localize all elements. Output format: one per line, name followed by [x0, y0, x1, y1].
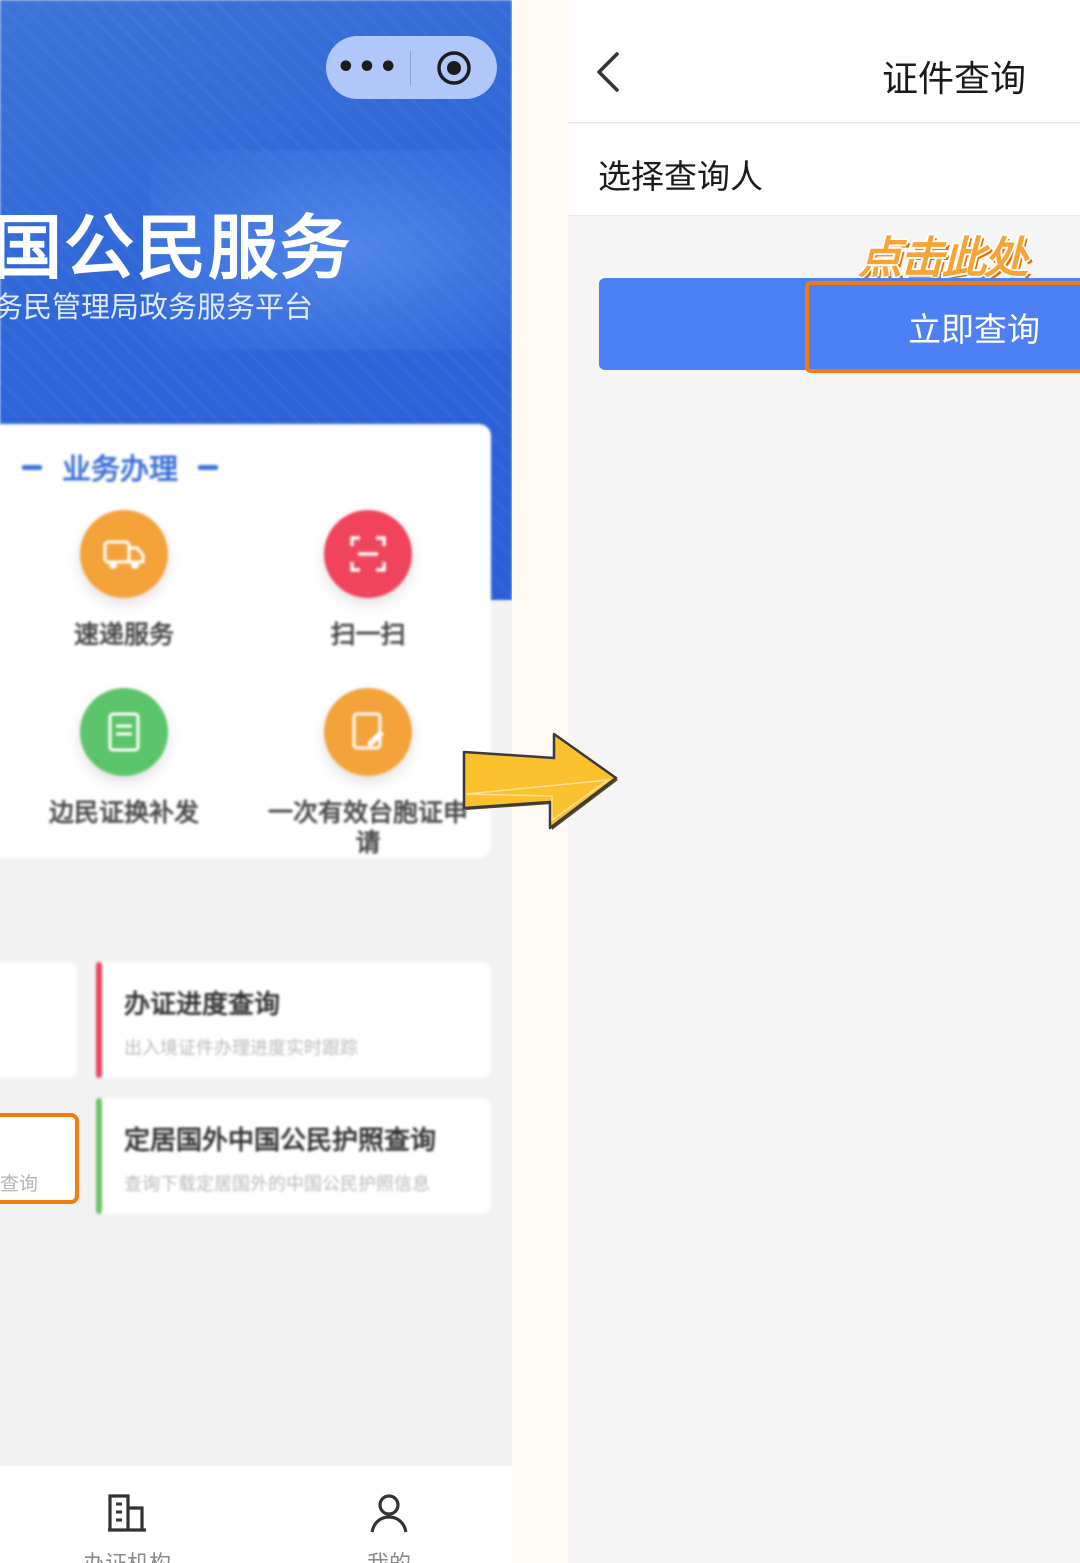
arrow-right-icon	[462, 732, 618, 830]
service-border-permit[interactable]: 边民证换补发	[14, 688, 234, 828]
document-icon	[80, 688, 168, 776]
close-target-icon[interactable]	[411, 36, 497, 99]
scan-icon	[324, 510, 412, 598]
tile-title: 定居国外中国公民护照查询	[124, 1126, 437, 1156]
miniprogram-capsule: •••	[326, 36, 497, 99]
highlighted-tile[interactable]: 查询	[0, 1113, 79, 1204]
nav-bar: 证件查询	[568, 0, 1080, 123]
certificate-query-screen: 证件查询 选择查询人 点击此处 立即查询	[568, 0, 1080, 1563]
service-scan[interactable]: 扫一扫	[258, 510, 478, 650]
edit-document-icon	[324, 688, 412, 776]
building-icon	[108, 1494, 146, 1532]
hero-title: 国公民服务	[0, 207, 352, 289]
page-title: 证件查询	[882, 59, 1027, 100]
click-here-annotation: 点击此处	[858, 233, 1028, 284]
tile-progress-query[interactable]: 办证进度查询 出入境证件办理进度实时跟踪	[96, 962, 491, 1078]
highlighted-tile-text: 查询	[0, 1173, 39, 1195]
hero-subtitle: 务民管理局政务服务平台	[0, 290, 314, 324]
select-query-person-label: 选择查询人	[598, 157, 763, 196]
tab-label: 办证机构	[57, 1546, 197, 1563]
select-query-person-row[interactable]: 选择查询人	[568, 124, 1080, 216]
tile-passport-query[interactable]: 定居国外中国公民护照查询 查询下载定居国外的中国公民护照信息	[96, 1098, 491, 1214]
tile-partial[interactable]	[0, 962, 77, 1078]
chevron-left-icon[interactable]	[588, 48, 628, 96]
bottom-tabbar: 办证机构 我的	[0, 1466, 512, 1563]
tile-accent-bar	[96, 962, 102, 1078]
service-label: 一次有效台胞证申请	[267, 798, 468, 857]
service-label: 速递服务	[73, 620, 174, 649]
truck-icon	[80, 510, 168, 598]
tab-label: 我的	[319, 1546, 459, 1563]
tile-desc: 查询下载定居国外的中国公民护照信息	[124, 1174, 430, 1195]
service-taiwan-permit[interactable]: 一次有效台胞证申请	[258, 688, 478, 858]
more-icon[interactable]: •••	[326, 36, 410, 99]
tab-offices[interactable]: 办证机构	[57, 1492, 197, 1563]
tile-desc: 出入境证件办理进度实时跟踪	[124, 1038, 358, 1059]
service-label: 边民证换补发	[48, 798, 199, 827]
tab-mine[interactable]: 我的	[319, 1492, 459, 1563]
business-heading: 业务办理	[22, 446, 219, 488]
home-screen-blurred: ••• 国公民服务 务民管理局政务服务平台 业务办理 速递服务 扫一扫 边民证换…	[0, 0, 512, 1563]
tile-title: 办证进度查询	[124, 990, 281, 1020]
service-express[interactable]: 速递服务	[14, 510, 234, 650]
user-icon	[370, 1494, 408, 1533]
service-label: 扫一扫	[330, 620, 406, 649]
query-now-button[interactable]	[599, 278, 1080, 370]
tile-accent-bar	[96, 1098, 102, 1214]
business-card: 业务办理 速递服务 扫一扫 边民证换补发 一次有效台胞证申请	[0, 424, 491, 858]
